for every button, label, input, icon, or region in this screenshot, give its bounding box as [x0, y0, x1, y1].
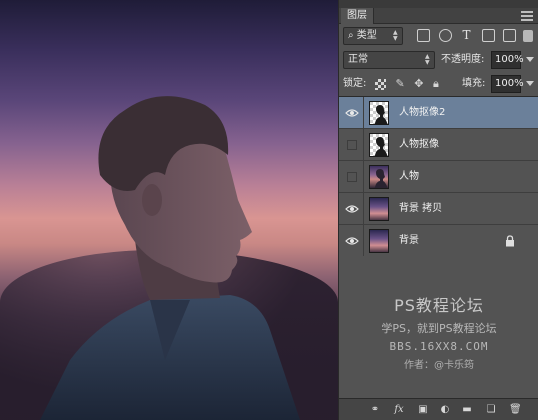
fill-dropdown-icon[interactable] — [526, 81, 534, 86]
eye-icon[interactable] — [345, 234, 359, 248]
layer-thumbnail — [369, 197, 389, 221]
add-mask-icon[interactable]: ▣ — [417, 404, 429, 416]
lock-transparency-icon[interactable] — [375, 79, 386, 90]
layer-row[interactable]: 人物抠像2 — [339, 97, 538, 129]
filter-toggle[interactable] — [523, 30, 533, 42]
visibility-off-toggle[interactable] — [347, 172, 357, 182]
adjustment-filter-icon[interactable] — [438, 28, 452, 42]
layer-name: 背景 — [399, 235, 419, 246]
filter-kind-label: 类型 — [356, 30, 377, 41]
lock-row: 锁定: ✎ ✥ 🔒︎ 填充: 100% — [339, 72, 538, 96]
watermark-author: 作者：@卡乐筠 — [404, 360, 474, 371]
filter-icons: T — [417, 28, 521, 44]
eye-icon[interactable] — [345, 202, 359, 216]
visibility-separator — [363, 129, 364, 161]
visibility-off-toggle[interactable] — [347, 140, 357, 150]
panel-menu-icon[interactable] — [521, 11, 533, 21]
lock-all-icon[interactable]: 🔒︎ — [433, 77, 439, 91]
watermark-title: PS教程论坛 — [394, 296, 484, 315]
opacity-input[interactable]: 100% — [491, 51, 524, 69]
delete-icon[interactable]: 🗑︎ — [509, 404, 522, 416]
filter-row: ⌕ 类型 ▲ ▼ T — [339, 24, 538, 48]
updown-arrows-icon: ▲ ▼ — [425, 53, 430, 66]
visibility-separator — [363, 161, 364, 193]
watermark-url: BBS.16XX8.COM — [389, 340, 489, 353]
layer-name: 人物抠像2 — [399, 107, 446, 118]
opacity-dropdown-icon[interactable] — [526, 57, 534, 62]
visibility-separator — [363, 97, 364, 129]
adjustment-layer-icon[interactable]: ◐ — [439, 404, 451, 416]
link-layers-icon[interactable]: ⚭ — [369, 404, 381, 416]
panel-top-strip — [339, 0, 538, 8]
visibility-separator — [363, 225, 364, 257]
layers-bottom-toolbar: ⚭ fx ▣ ◐ ▬ ❏ 🗑︎ — [339, 398, 538, 420]
tab-layers[interactable]: 图层 — [341, 8, 374, 24]
new-layer-icon[interactable]: ❏ — [485, 404, 497, 416]
fx-icon[interactable]: fx — [393, 404, 405, 416]
new-group-icon[interactable]: ▬ — [461, 404, 473, 416]
shape-filter-icon[interactable] — [481, 28, 495, 42]
layer-name: 背景 拷贝 — [399, 203, 443, 214]
person-silhouette — [40, 96, 300, 420]
layer-thumbnail — [369, 101, 389, 125]
blend-mode-select[interactable]: 正常 ▲ ▼ — [343, 51, 435, 69]
fill-label: 填充: — [462, 78, 486, 89]
fill-input[interactable]: 100% — [491, 75, 524, 93]
type-filter-icon[interactable]: T — [460, 28, 473, 42]
opacity-label: 不透明度: — [441, 54, 485, 65]
blend-row: 正常 ▲ ▼ 不透明度: 100% — [339, 48, 538, 72]
panel-tabbar: 图层 — [339, 8, 538, 24]
image-filter-icon[interactable] — [417, 28, 430, 42]
document-canvas[interactable] — [0, 0, 338, 420]
layer-thumbnail — [369, 165, 389, 189]
layer-name: 人物抠像 — [399, 139, 439, 150]
layer-thumbnail — [369, 133, 389, 157]
layer-row[interactable]: 背景 拷贝 — [339, 193, 538, 225]
lock-label: 锁定: — [343, 78, 367, 89]
updown-arrows-icon: ▲ ▼ — [393, 29, 398, 42]
filter-kind-select[interactable]: ⌕ 类型 ▲ ▼ — [343, 27, 403, 45]
watermark: PS教程论坛 学PS，就到PS教程论坛 BBS.16XX8.COM 作者：@卡乐… — [339, 292, 538, 371]
lock-icon — [506, 235, 514, 247]
layer-row[interactable]: 人物抠像 — [339, 129, 538, 161]
smart-object-filter-icon[interactable] — [503, 28, 516, 42]
layers-panel: 图层 ⌕ 类型 ▲ ▼ T 正常 ▲ ▼ 不透明度: 100% 锁定: ✎ ✥ … — [338, 0, 538, 420]
lock-move-icon[interactable]: ✥ — [414, 77, 423, 91]
watermark-subtitle: 学PS，就到PS教程论坛 — [381, 322, 497, 335]
layer-row[interactable]: 背景 — [339, 225, 538, 257]
eye-icon[interactable] — [345, 106, 359, 120]
layer-thumbnail — [369, 229, 389, 253]
lock-brush-icon[interactable]: ✎ — [396, 77, 405, 91]
visibility-separator — [363, 193, 364, 225]
lock-icons: ✎ ✥ 🔒︎ — [375, 77, 445, 91]
blend-mode-label: 正常 — [348, 54, 368, 65]
layer-row[interactable]: 人物 — [339, 161, 538, 193]
layer-name: 人物 — [399, 171, 419, 182]
search-icon: ⌕ — [348, 30, 354, 41]
layers-list: 人物抠像2 人物抠像 人物 背景 拷贝 背景 — [339, 96, 538, 257]
